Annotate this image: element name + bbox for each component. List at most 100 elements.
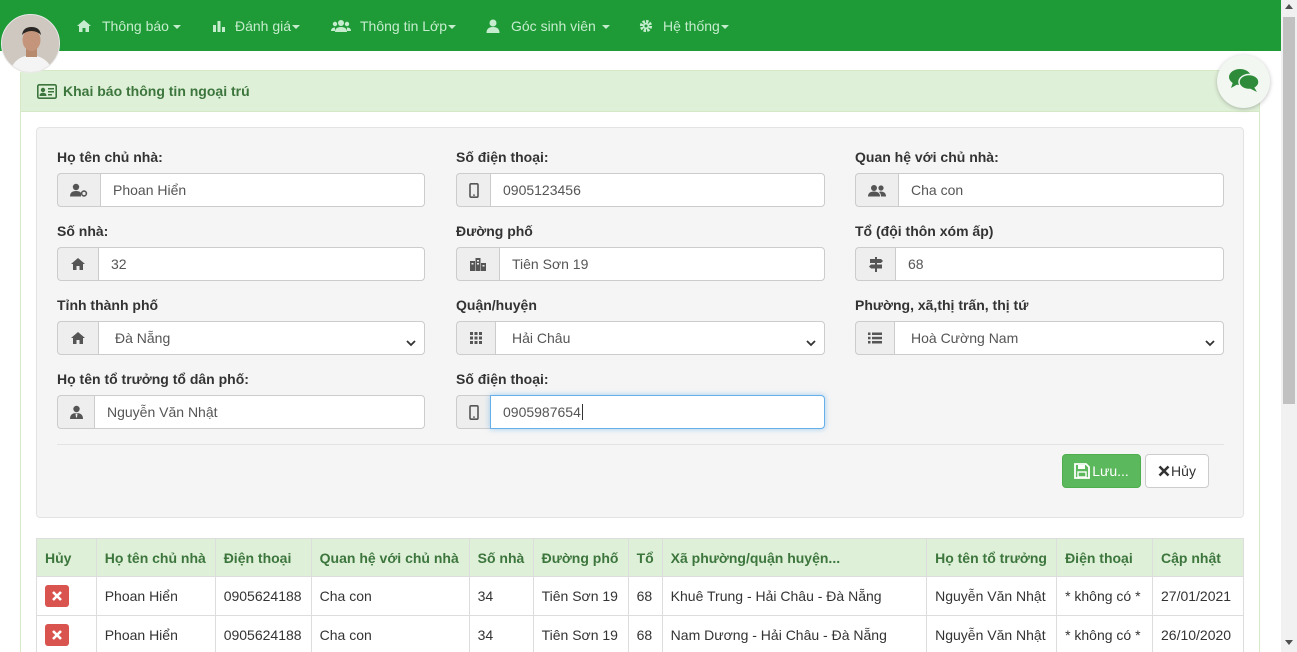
form-divider xyxy=(57,444,1224,445)
ward-group: Hoà Cường Nam xyxy=(855,321,1224,355)
chat-button[interactable] xyxy=(1217,55,1270,108)
page-scrollbar[interactable] xyxy=(1281,0,1297,652)
col-header-owner: Họ tên chủ nhà xyxy=(95,538,216,577)
leader-phone-group: 0905987654 xyxy=(456,395,825,429)
top-navbar: Thông báo Đánh giá Thông tin Lớp Góc sin… xyxy=(0,0,1281,51)
chat-bubbles-icon xyxy=(1228,67,1260,96)
table-cell: 0905624188 xyxy=(214,576,312,616)
list-icon xyxy=(855,321,894,355)
table-cell: 0905624188 xyxy=(214,615,312,652)
scroll-up-arrow-icon[interactable] xyxy=(1285,4,1293,9)
province-group: Đà Nẵng xyxy=(57,321,425,355)
col-header-cancel: Hủy xyxy=(36,538,97,577)
records-table: Hủy Họ tên chủ nhà Điện thoại Quan hệ vớ… xyxy=(36,538,1244,652)
col-header-leader-phone: Điện thoại xyxy=(1056,538,1153,577)
chevron-down-icon xyxy=(806,334,816,350)
table-cell: Nguyễn Văn Nhật xyxy=(926,615,1058,652)
grid-icon xyxy=(456,321,495,355)
table-cell: * không có * xyxy=(1056,615,1153,652)
floppy-disk-icon xyxy=(1074,463,1091,479)
phone-input[interactable]: 0905123456 xyxy=(490,173,825,207)
save-label: Lưu... xyxy=(1092,463,1129,479)
leader-label: Họ tên tổ trưởng tổ dân phố: xyxy=(57,371,249,387)
delete-button[interactable] xyxy=(45,624,69,646)
street-input[interactable]: Tiên Sơn 19 xyxy=(499,247,825,281)
nav-thong-bao[interactable]: Thông báo xyxy=(75,0,181,51)
gear-icon xyxy=(638,19,654,33)
table-row: Phoan Hiển 0905624188 Cha con 34 Tiên Sơ… xyxy=(36,576,1244,616)
relation-input[interactable]: Cha con xyxy=(898,173,1224,207)
ward-label: Phường, xã,thị trấn, thị tứ xyxy=(855,297,1029,313)
user-gear-icon xyxy=(57,173,100,207)
caret-down-icon xyxy=(292,24,301,29)
avatar[interactable] xyxy=(1,14,60,73)
street-group: Tiên Sơn 19 xyxy=(456,247,825,281)
group-group: 68 xyxy=(855,247,1224,281)
col-header-updated: Cập nhật xyxy=(1152,538,1244,577)
nav-danh-gia[interactable]: Đánh giá xyxy=(211,0,301,51)
province-select[interactable]: Đà Nẵng xyxy=(98,321,425,355)
owner-name-input[interactable]: Phoan Hiển xyxy=(100,173,425,207)
group-input[interactable]: 68 xyxy=(895,247,1224,281)
nav-he-thong[interactable]: Hệ thống xyxy=(638,0,729,51)
delete-button[interactable] xyxy=(45,585,69,607)
col-header-phone: Điện thoại xyxy=(214,538,312,577)
close-icon xyxy=(52,630,62,640)
nav-goc-sinh-vien[interactable]: Góc sinh viên xyxy=(485,0,610,51)
scroll-thumb[interactable] xyxy=(1283,17,1295,404)
owner-name-group: Phoan Hiển xyxy=(57,173,425,207)
mobile-icon xyxy=(456,395,490,429)
col-header-leader: Họ tên tổ trưởng xyxy=(926,538,1058,577)
leader-input[interactable]: Nguyễn Văn Nhật xyxy=(94,395,425,429)
cancel-cell xyxy=(36,576,97,616)
text-cursor xyxy=(581,404,583,420)
users-icon xyxy=(855,173,898,207)
leader-phone-value: 0905987654 xyxy=(503,404,581,420)
relation-group: Cha con xyxy=(855,173,1224,207)
cancel-cell xyxy=(36,615,97,652)
table-cell: Tiên Sơn 19 xyxy=(532,615,629,652)
ward-select[interactable]: Hoà Cường Nam xyxy=(894,321,1224,355)
table-cell: Cha con xyxy=(310,576,470,616)
table-cell: 68 xyxy=(627,576,663,616)
table-cell: 27/01/2021 xyxy=(1152,576,1244,616)
table-cell: 34 xyxy=(468,615,534,652)
id-card-icon xyxy=(37,83,57,99)
save-button[interactable]: Lưu... xyxy=(1062,454,1141,488)
house-no-group: 32 xyxy=(57,247,425,281)
caret-down-icon xyxy=(720,24,729,29)
table-cell: 26/10/2020 xyxy=(1152,615,1244,652)
chevron-down-icon xyxy=(1205,334,1215,350)
scroll-down-arrow-icon[interactable] xyxy=(1285,640,1293,645)
cancel-button[interactable]: Hủy xyxy=(1145,454,1209,488)
district-group: Hải Châu xyxy=(456,321,825,355)
phone-group: 0905123456 xyxy=(456,173,825,207)
mobile-icon xyxy=(456,173,490,207)
leader-phone-input[interactable]: 0905987654 xyxy=(490,395,825,429)
bar-chart-icon xyxy=(211,19,227,33)
table-cell: Phoan Hiển xyxy=(95,576,216,616)
col-header-street: Đường phố xyxy=(532,538,629,577)
signpost-icon xyxy=(855,247,895,281)
table-row: Phoan Hiển 0905624188 Cha con 34 Tiên Sơ… xyxy=(36,615,1244,652)
district-select[interactable]: Hải Châu xyxy=(495,321,825,355)
table-cell: Khuê Trung - Hải Châu - Đà Nẵng xyxy=(661,576,928,616)
province-label: Tỉnh thành phố xyxy=(57,297,159,313)
nav-thong-tin-lop[interactable]: Thông tin Lớp xyxy=(331,0,457,51)
district-selected-value: Hải Châu xyxy=(512,330,571,346)
close-icon xyxy=(52,591,62,601)
city-icon xyxy=(456,247,499,281)
col-header-address: Xã phường/quận huyện... xyxy=(661,538,928,577)
owner-name-label: Họ tên chủ nhà: xyxy=(57,149,163,165)
close-icon xyxy=(1158,465,1170,477)
chevron-down-icon xyxy=(406,334,416,350)
nav-label: Hệ thống xyxy=(663,17,720,34)
table-cell: Nguyễn Văn Nhật xyxy=(926,576,1058,616)
cancel-label: Hủy xyxy=(1171,463,1196,479)
table-cell: Phoan Hiển xyxy=(95,615,216,652)
table-cell: Nam Dương - Hải Châu - Đà Nẵng xyxy=(661,615,928,652)
caret-down-icon xyxy=(601,24,610,29)
table-cell: * không có * xyxy=(1056,576,1153,616)
house-no-input[interactable]: 32 xyxy=(98,247,425,281)
table-cell: 68 xyxy=(627,615,663,652)
